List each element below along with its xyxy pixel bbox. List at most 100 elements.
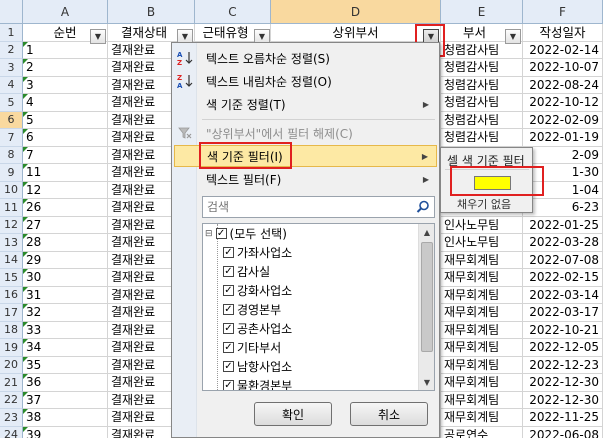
row-header[interactable]: 11 (0, 199, 23, 217)
table-cell[interactable]: 28 (23, 234, 108, 252)
table-cell[interactable]: 1 (23, 41, 108, 59)
checkbox-checked-icon[interactable]: ✓ (223, 380, 234, 390)
no-fill-option[interactable]: 채우기 없음 (457, 196, 511, 212)
table-cell[interactable]: 재무회계팀 (441, 391, 523, 409)
table-cell[interactable]: 3 (23, 76, 108, 94)
table-cell[interactable]: 2022-12-23 (523, 356, 603, 374)
table-cell[interactable]: 재무회계팀 (441, 374, 523, 392)
scroll-thumb[interactable] (421, 242, 433, 352)
ok-button[interactable]: 확인 (254, 402, 332, 426)
table-cell[interactable]: 2 (23, 59, 108, 77)
table-cell[interactable]: 2022-10-12 (523, 94, 603, 112)
table-cell[interactable]: 청렴감사팀 (441, 111, 523, 129)
header-cell-date[interactable]: 작성일자 (523, 24, 603, 42)
list-item[interactable]: ✓ 강화사업소 (223, 281, 292, 300)
row-header[interactable]: 2 (0, 41, 23, 59)
menu-item-text-filter[interactable]: 텍스트 필터(F) ▶ (174, 168, 437, 190)
menu-item-sort-ascending[interactable]: AZ 텍스트 오름차순 정렬(S) (174, 47, 437, 69)
table-cell[interactable]: 청렴감사팀 (441, 59, 523, 77)
table-cell[interactable]: 2022-12-30 (523, 391, 603, 409)
table-cell[interactable]: 26 (23, 199, 108, 217)
table-cell[interactable]: 11 (23, 164, 108, 182)
table-cell[interactable]: 39 (23, 426, 108, 438)
row-header[interactable]: 4 (0, 76, 23, 94)
table-cell[interactable]: 2022-12-05 (523, 339, 603, 357)
checkbox-checked-icon[interactable]: ✓ (223, 361, 234, 372)
list-item[interactable]: ✓ 기타부서 (223, 338, 281, 357)
row-header[interactable]: 19 (0, 339, 23, 357)
table-cell[interactable]: 재무회계팀 (441, 286, 523, 304)
list-item-select-all[interactable]: ⊟ ✓ (모두 선택) (205, 224, 287, 243)
list-item[interactable]: ✓ 경영본부 (223, 300, 281, 319)
column-header-c[interactable]: C (195, 0, 271, 24)
row-header[interactable]: 20 (0, 356, 23, 374)
column-header-d[interactable]: D (271, 0, 441, 24)
table-cell[interactable]: 인사노무팀 (441, 216, 523, 234)
list-item[interactable]: ✓ 공촌사업소 (223, 319, 292, 338)
row-header[interactable]: 1 (0, 24, 23, 42)
checkbox-checked-icon[interactable]: ✓ (223, 323, 234, 334)
row-header[interactable]: 21 (0, 374, 23, 392)
row-header[interactable]: 24 (0, 426, 23, 438)
table-cell[interactable]: 청렴감사팀 (441, 129, 523, 147)
list-item[interactable]: ✓ 감사실 (223, 262, 270, 281)
table-cell[interactable]: 2022-06-08 (523, 426, 603, 438)
row-header[interactable]: 13 (0, 234, 23, 252)
checkbox-checked-icon[interactable]: ✓ (223, 266, 234, 277)
row-header[interactable]: 16 (0, 286, 23, 304)
table-cell[interactable]: 36 (23, 374, 108, 392)
table-cell[interactable]: 2022-02-15 (523, 269, 603, 287)
table-cell[interactable]: 2022-12-30 (523, 374, 603, 392)
list-item[interactable]: ✓ 가좌사업소 (223, 243, 292, 262)
table-cell[interactable]: 2022-02-14 (523, 41, 603, 59)
menu-item-sort-descending[interactable]: ZA 텍스트 내림차순 정렬(O) (174, 70, 437, 92)
row-header[interactable]: 12 (0, 216, 23, 234)
table-cell[interactable]: 2022-01-19 (523, 129, 603, 147)
table-cell[interactable]: 27 (23, 216, 108, 234)
scroll-up-icon[interactable]: ▲ (419, 224, 434, 240)
column-header-b[interactable]: B (108, 0, 195, 24)
row-header[interactable]: 10 (0, 181, 23, 199)
table-cell[interactable]: 재무회계팀 (441, 304, 523, 322)
column-header-f[interactable]: F (523, 0, 603, 24)
list-scrollbar[interactable]: ▲ ▼ (418, 224, 434, 390)
table-cell[interactable]: 재무회계팀 (441, 409, 523, 427)
table-cell[interactable]: 공로연수 (441, 426, 523, 438)
scroll-down-icon[interactable]: ▼ (419, 374, 434, 390)
table-cell[interactable]: 31 (23, 286, 108, 304)
checkbox-checked-icon[interactable]: ✓ (223, 304, 234, 315)
table-cell[interactable]: 2022-03-17 (523, 304, 603, 322)
list-item[interactable]: ✓ 남항사업소 (223, 357, 292, 376)
table-cell[interactable]: 7 (23, 146, 108, 164)
row-header[interactable]: 15 (0, 269, 23, 287)
table-cell[interactable]: 4 (23, 94, 108, 112)
table-cell[interactable]: 재무회계팀 (441, 269, 523, 287)
menu-item-sort-by-color[interactable]: 색 기준 정렬(T) ▶ (174, 93, 437, 115)
table-cell[interactable]: 2022-11-25 (523, 409, 603, 427)
row-header[interactable]: 18 (0, 321, 23, 339)
table-cell[interactable]: 2022-10-21 (523, 321, 603, 339)
table-cell[interactable]: 30 (23, 269, 108, 287)
table-cell[interactable]: 29 (23, 251, 108, 269)
filter-dropdown-button-a[interactable]: ▼ (90, 29, 106, 44)
table-cell[interactable]: 2022-07-08 (523, 251, 603, 269)
table-cell[interactable]: 재무회계팀 (441, 251, 523, 269)
table-cell[interactable]: 2022-10-07 (523, 59, 603, 77)
table-cell[interactable]: 재무회계팀 (441, 339, 523, 357)
column-header-e[interactable]: E (441, 0, 523, 24)
table-cell[interactable]: 6 (23, 129, 108, 147)
row-header[interactable]: 22 (0, 391, 23, 409)
row-header[interactable]: 3 (0, 59, 23, 77)
row-header[interactable]: 8 (0, 146, 23, 164)
table-cell[interactable]: 청렴감사팀 (441, 41, 523, 59)
table-cell[interactable]: 38 (23, 409, 108, 427)
search-input[interactable]: 검색 (202, 196, 435, 218)
row-header[interactable]: 17 (0, 304, 23, 322)
table-cell[interactable]: 청렴감사팀 (441, 76, 523, 94)
row-header[interactable]: 7 (0, 129, 23, 147)
table-cell[interactable]: 32 (23, 304, 108, 322)
table-cell[interactable]: 청렴감사팀 (441, 94, 523, 112)
row-header[interactable]: 5 (0, 94, 23, 112)
list-item[interactable]: ✓ 물환경본부 (223, 376, 292, 390)
row-header[interactable]: 9 (0, 164, 23, 182)
